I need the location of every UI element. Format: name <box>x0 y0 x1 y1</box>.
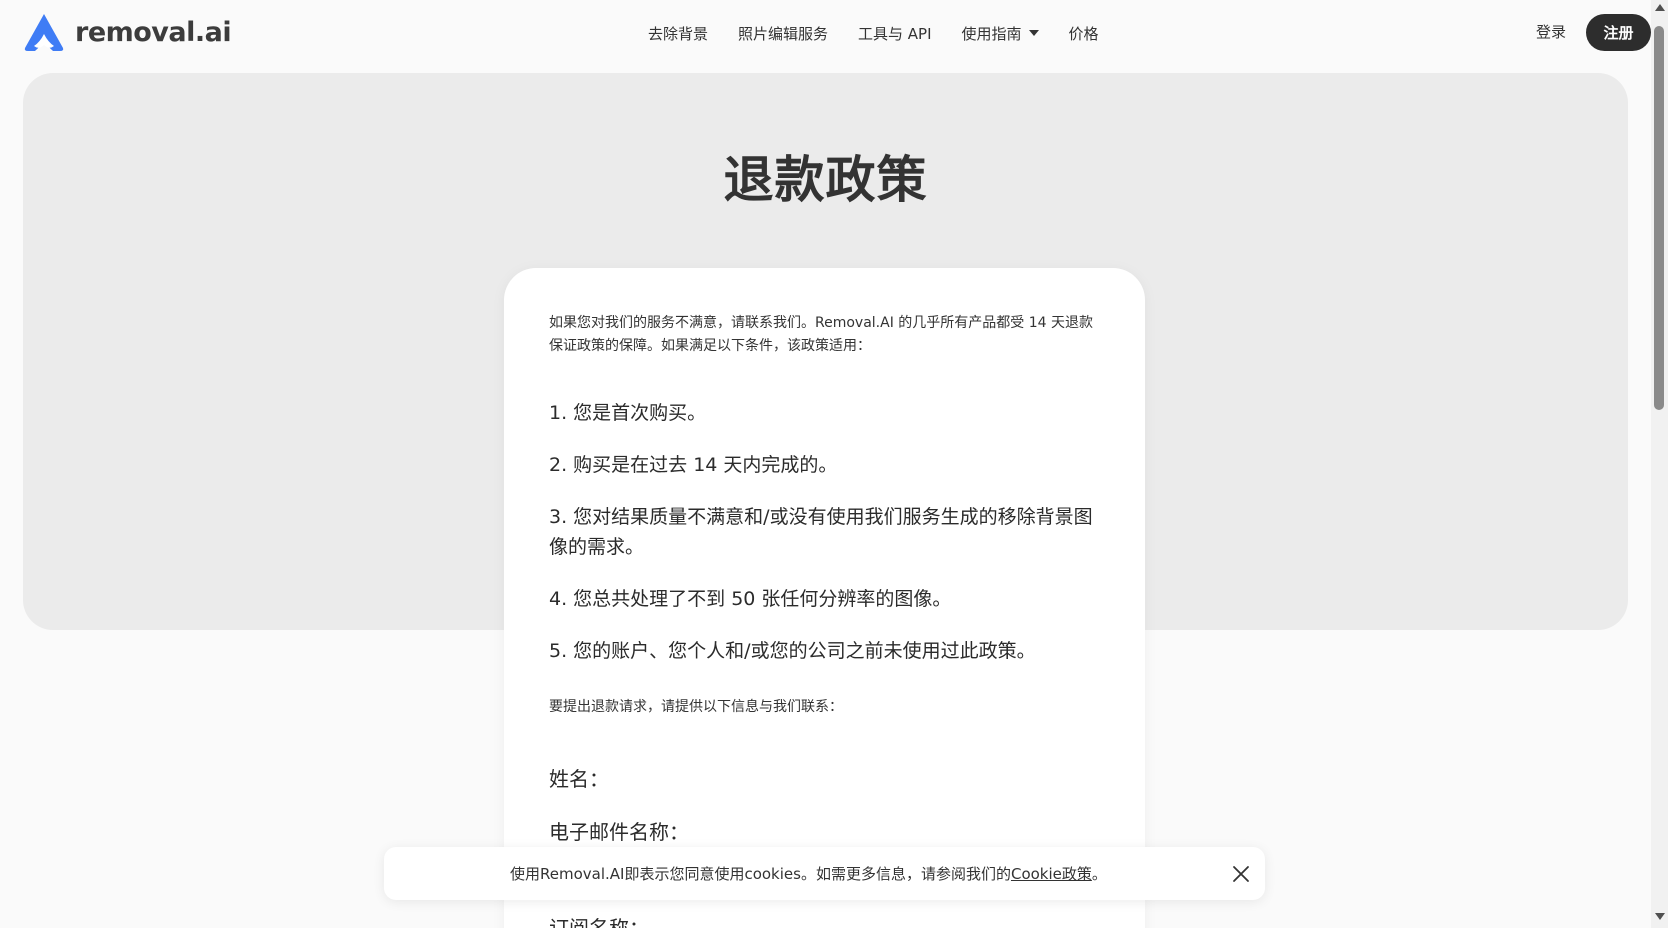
page-title: 退款政策 <box>723 151 928 209</box>
field-email-label: 电子邮件名称： <box>549 820 689 844</box>
policy-card: 如果您对我们的服务不满意，请联系我们。Removal.AI 的几乎所有产品都受 … <box>504 268 1145 928</box>
logo-link[interactable]: removal.ai <box>23 12 232 52</box>
contact-note: 要提出退款请求，请提供以下信息与我们联系： <box>549 699 843 715</box>
main-nav: 去除背景 照片编辑服务 工具与 API 使用指南 价格 <box>648 20 1099 46</box>
nav-tools-api[interactable]: 工具与 API <box>858 23 932 44</box>
nav-pricing[interactable]: 价格 <box>1069 23 1099 44</box>
nav-usage-guide-label: 使用指南 <box>961 24 1022 43</box>
signup-button[interactable]: 注册 <box>1586 14 1651 51</box>
scrollbar[interactable] <box>1651 0 1668 928</box>
scroll-down-icon[interactable] <box>1655 913 1665 920</box>
chevron-down-icon <box>1028 30 1039 36</box>
scroll-up-icon[interactable] <box>1655 4 1665 11</box>
field-subscription-label: 订阅名称： <box>549 916 649 928</box>
nav-photo-editing-services[interactable]: 照片编辑服务 <box>738 23 828 44</box>
cookie-message: 使用Removal.AI即表示您同意使用cookies。如需更多信息，请参阅我们… <box>510 865 1011 883</box>
header: removal.ai 去除背景 照片编辑服务 工具与 API 使用指南 价格 登… <box>0 0 1651 66</box>
condition-item: 1. 您是首次购买。 <box>549 402 707 424</box>
page: removal.ai 去除背景 照片编辑服务 工具与 API 使用指南 价格 登… <box>0 0 1651 928</box>
close-icon[interactable] <box>1232 865 1250 883</box>
conditions-list: 1. 您是首次购买。 2. 购买是在过去 14 天内完成的。 3. 您对结果质量… <box>549 398 1104 688</box>
cookie-banner: 使用Removal.AI即表示您同意使用cookies。如需更多信息，请参阅我们… <box>384 847 1265 900</box>
login-link[interactable]: 登录 <box>1536 21 1566 42</box>
condition-item: 2. 购买是在过去 14 天内完成的。 <box>549 454 838 476</box>
logo-icon <box>24 14 64 51</box>
condition-item: 5. 您的账户、您个人和/或您的公司之前未使用过此政策。 <box>549 640 1036 662</box>
policy-intro: 如果您对我们的服务不满意，请联系我们。Removal.AI 的几乎所有产品都受 … <box>549 315 1093 354</box>
nav-usage-guide[interactable]: 使用指南 <box>962 23 1039 44</box>
cookie-policy-link[interactable]: Cookie政策 <box>1011 865 1092 883</box>
cookie-suffix: 。 <box>1091 865 1107 883</box>
nav-remove-background[interactable]: 去除背景 <box>648 23 708 44</box>
cookie-text: 使用Removal.AI即表示您同意使用cookies。如需更多信息，请参阅我们… <box>510 863 1107 884</box>
logo-text: removal.ai <box>75 16 232 48</box>
condition-item: 4. 您总共处理了不到 50 张任何分辨率的图像。 <box>549 588 952 610</box>
scrollbar-thumb[interactable] <box>1654 26 1664 410</box>
condition-item: 3. 您对结果质量不满意和/或没有使用我们服务生成的移除背景图像的需求。 <box>549 506 1093 558</box>
field-name-label: 姓名： <box>549 767 609 791</box>
